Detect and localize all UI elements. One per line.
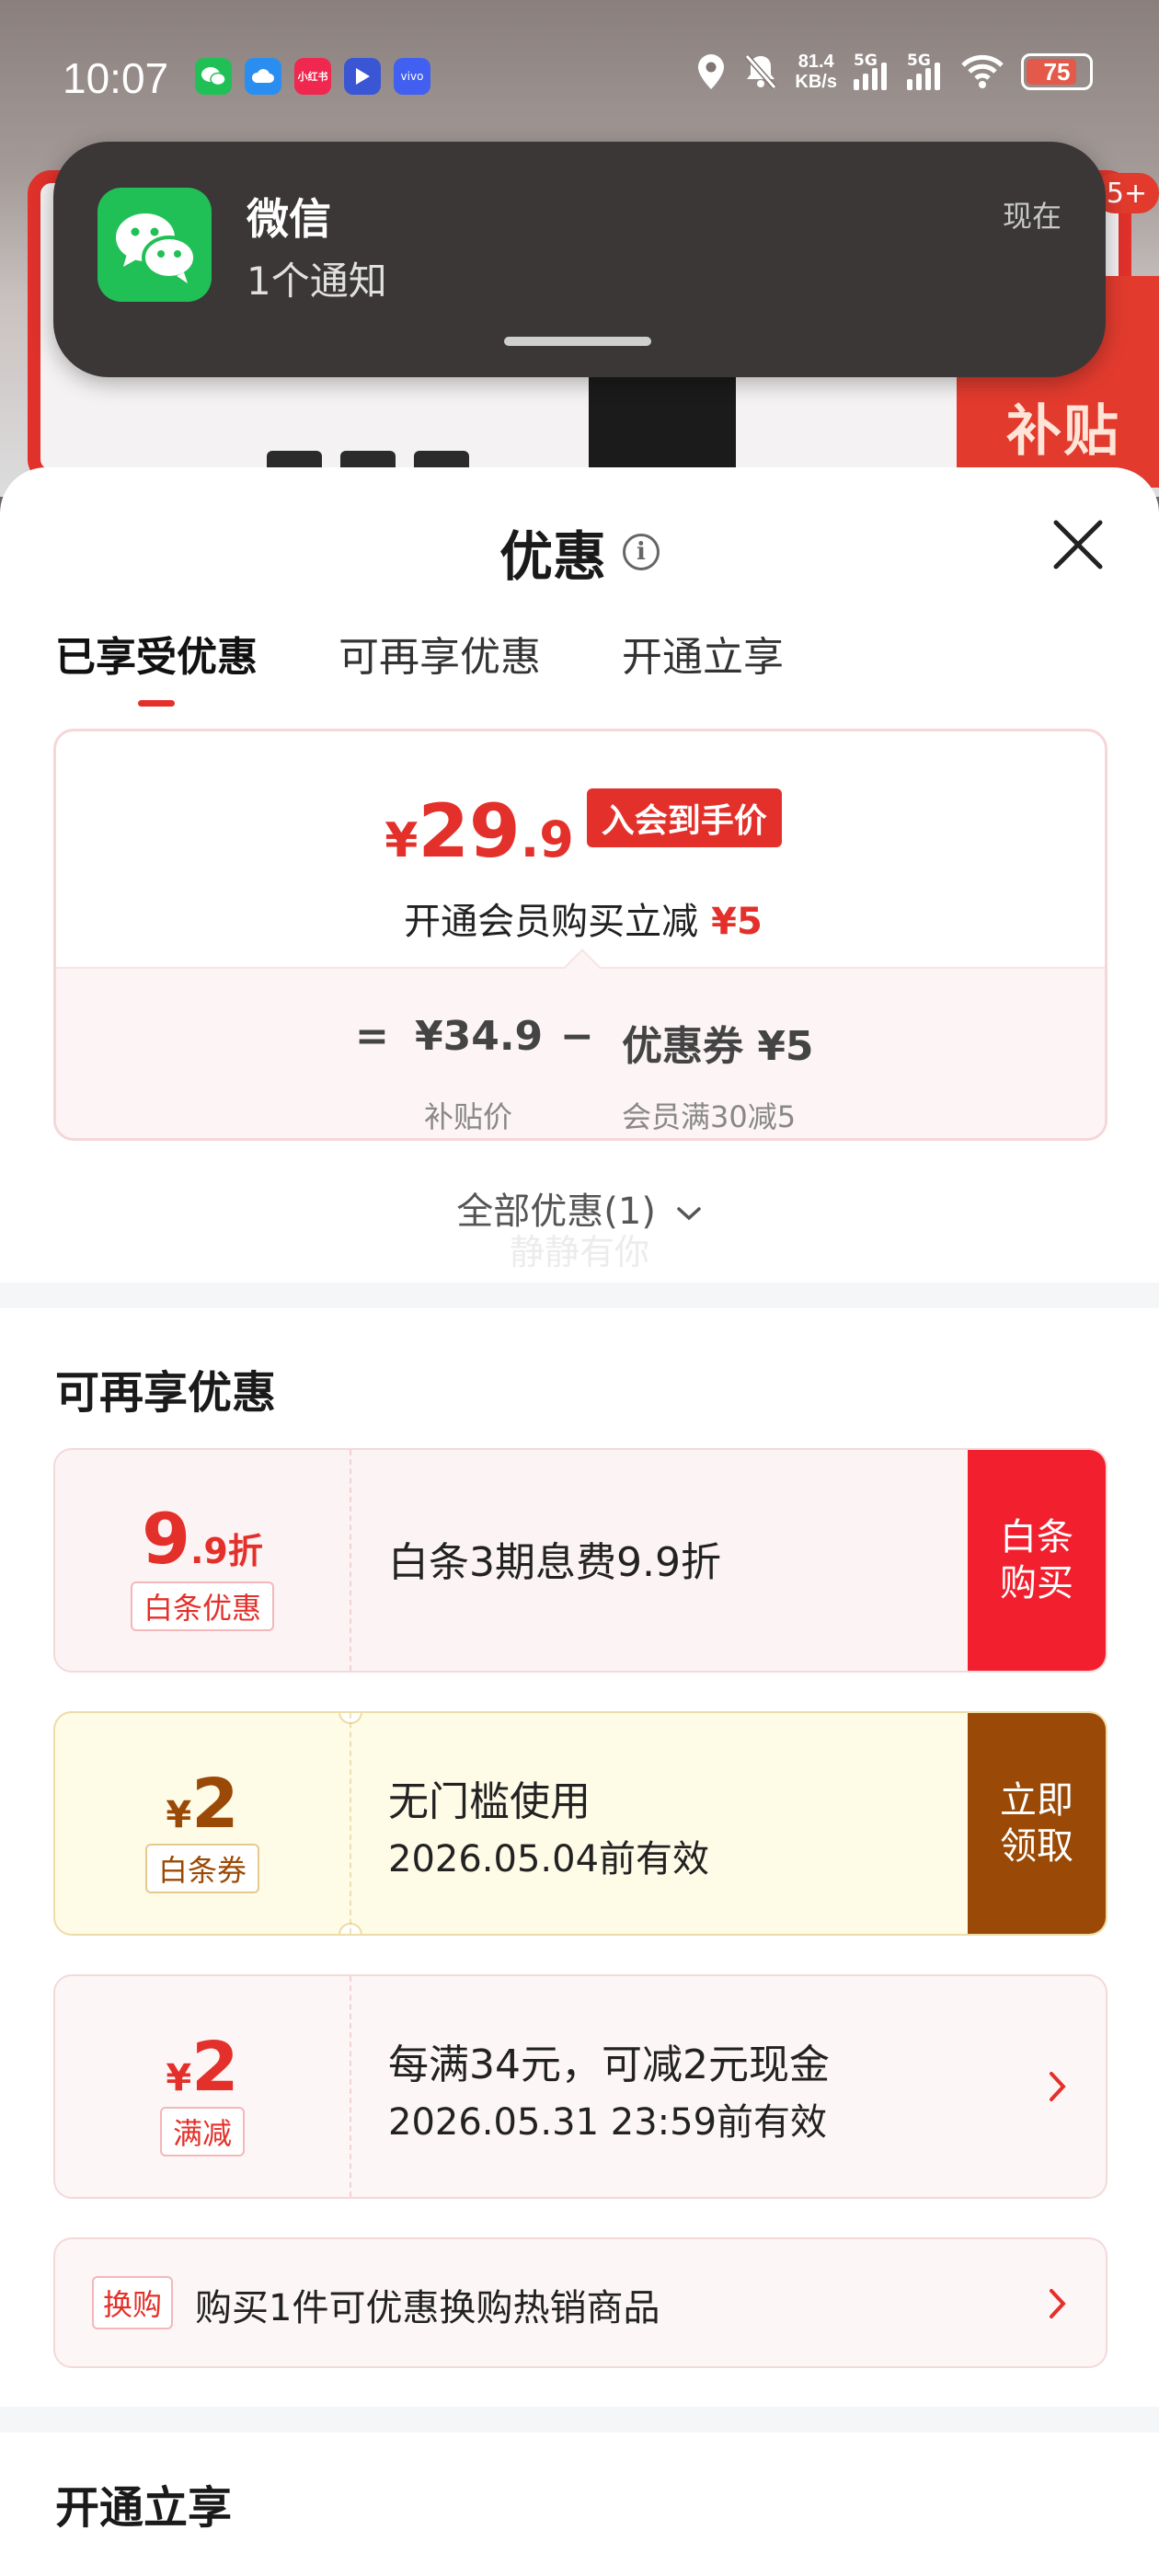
coupon-amount: 优惠券 ¥5: [622, 1023, 814, 1070]
exchange-tag: 换购: [92, 2276, 174, 2329]
section-title-open-enjoy: 开通立享: [55, 2482, 233, 2534]
coupon-description: 白条3期息费9.9折: [388, 1539, 721, 1586]
network-speed: 81.4 KB/s: [795, 52, 837, 92]
coupon-description: 无门槛使用: [388, 1778, 591, 1825]
wifi-icon: [961, 54, 1004, 88]
coupon-baitiao-discount[interactable]: 9.9折 白条优惠 白条3期息费9.9折 白条购买: [53, 1448, 1107, 1673]
coupon-expiry: 2026.05.31 23:59前有效: [388, 2101, 828, 2144]
coupon-expiry: 2026.05.04前有效: [388, 1838, 710, 1880]
close-icon[interactable]: [1052, 519, 1104, 570]
coupon-tag: 白条券: [144, 1844, 259, 1893]
member-price-row: ¥29.9 入会到手价: [56, 788, 1105, 874]
vivo-app-icon: vivo: [394, 58, 430, 95]
notification-body: 1个通知: [247, 259, 387, 304]
exchange-purchase-row[interactable]: 换购 购买1件可优惠换购热销商品: [53, 2237, 1107, 2368]
location-icon: [698, 54, 725, 89]
coupon-value-area: ¥2 白条券: [55, 1713, 350, 1934]
sheet-title: 优惠: [499, 525, 606, 588]
coupon-tag: 满减: [159, 2107, 245, 2156]
info-icon[interactable]: i: [623, 534, 660, 570]
section-divider: [0, 2407, 1159, 2432]
status-bar: 10:07 小红书 vivo 81.4 KB/s 5G 5G 75: [0, 0, 1159, 156]
member-discount-text: 开通会员购买立减 ¥5: [404, 901, 763, 943]
coupon-full-reduction[interactable]: ¥2 满减 每满34元，可减2元现金 2026.05.31 23:59前有效: [53, 1974, 1107, 2199]
chevron-right-icon[interactable]: [1047, 2068, 1069, 2105]
signal-5g-icon: 5G: [854, 52, 890, 90]
cloud-app-icon: [245, 58, 281, 95]
exchange-text: 购买1件可优惠换购热销商品: [195, 2287, 660, 2329]
status-indicators: 81.4 KB/s 5G 5G 75: [695, 52, 1093, 92]
coupon-description: 每满34元，可减2元现金: [388, 2041, 830, 2088]
signal-5g-icon: 5G: [907, 52, 944, 90]
mute-bell-icon: [745, 54, 777, 89]
coupon-value-area: 9.9折 白条优惠: [55, 1450, 350, 1671]
offers-sheet: 优惠 i 已享受优惠 可再享优惠 开通立享 ¥29.9 入会到手价 开通会员购买立减…: [0, 467, 1159, 2576]
xiaohongshu-app-icon: 小红书: [294, 58, 331, 95]
battery-icon: 75: [1021, 53, 1093, 90]
chevron-right-icon[interactable]: [1047, 2285, 1069, 2322]
coupon-value: ¥2: [166, 2028, 239, 2107]
notification-time: 现在: [1002, 199, 1061, 234]
notification-app-icons: 小红书 vivo: [195, 58, 430, 95]
member-price-card: ¥29.9 入会到手价 开通会员购买立减 ¥5 = ¥34.9 − 优惠券 ¥5 补…: [53, 729, 1107, 1141]
coupon-baitiao-voucher[interactable]: ¥2 白条券 无门槛使用 2026.05.04前有效 立即领取: [53, 1711, 1107, 1936]
clock: 10:07: [63, 54, 169, 102]
member-price-tag: 入会到手价: [586, 788, 782, 847]
price-breakdown: = ¥34.9 − 优惠券 ¥5 补贴价 会员满30减5: [56, 949, 1105, 1138]
member-price: ¥29.9: [384, 788, 574, 874]
section-divider: [0, 1282, 1159, 1308]
chevron-down-icon: [676, 1207, 701, 1221]
wechat-notification[interactable]: 微信 1个通知 现在: [53, 142, 1106, 377]
sheet-header: 优惠 i: [0, 513, 1159, 591]
coupon-label: 会员满30减5: [622, 1099, 797, 1134]
coupon-value-area: ¥2 满减: [55, 1976, 350, 2197]
claim-coupon-button[interactable]: 立即领取: [968, 1713, 1106, 1934]
offer-tabs: 已享受优惠 可再享优惠 开通立享: [55, 624, 865, 707]
coupon-value: ¥2: [166, 1765, 239, 1844]
wechat-app-icon: [195, 58, 232, 95]
wechat-icon: [98, 188, 212, 302]
watermark: 静静有你: [509, 1232, 649, 1272]
video-app-icon: [344, 58, 381, 95]
baitiao-buy-button[interactable]: 白条购买: [968, 1450, 1106, 1671]
subsidy-price-label: 补贴价: [424, 1099, 513, 1134]
tab-more-offers[interactable]: 可再享优惠: [339, 624, 541, 707]
tab-enjoyed-offers[interactable]: 已享受优惠: [55, 624, 258, 707]
tab-open-enjoy[interactable]: 开通立享: [622, 624, 784, 707]
coupon-value: 9.9折: [142, 1498, 263, 1580]
notification-drag-handle[interactable]: [504, 337, 651, 346]
subsidy-price: ¥34.9: [415, 1013, 544, 1060]
notification-title: 微信: [247, 194, 331, 244]
section-title-more-offers: 可再享优惠: [55, 1367, 277, 1419]
coupon-tag: 白条优惠: [130, 1581, 274, 1631]
